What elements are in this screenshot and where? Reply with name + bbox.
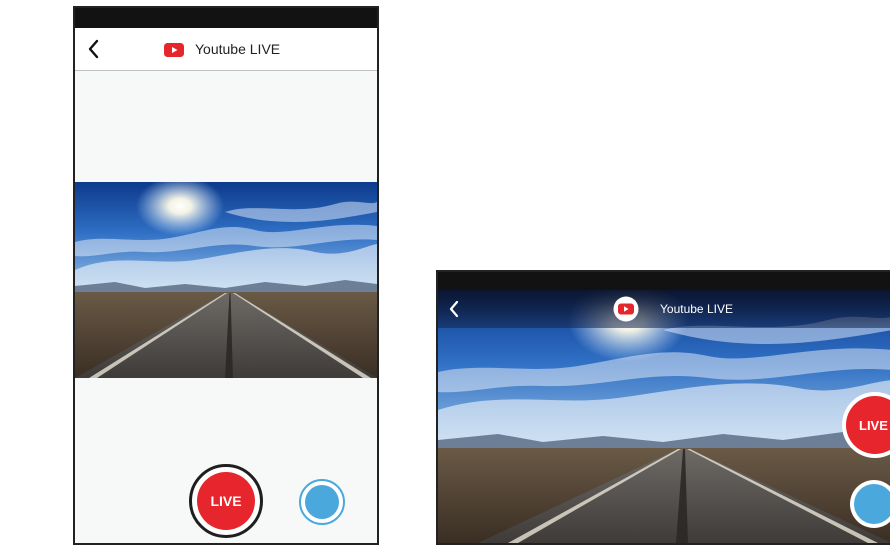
camera-switch-button[interactable] xyxy=(850,480,890,528)
status-bar xyxy=(438,272,890,290)
go-live-label: LIVE xyxy=(846,396,890,454)
back-arrow-icon[interactable] xyxy=(446,298,462,320)
portrait-phone-screen: Youtube LIVE LIVE xyxy=(73,6,379,545)
youtube-logo-icon xyxy=(613,296,639,322)
page-title: Youtube LIVE xyxy=(660,302,733,316)
page-title: Youtube LIVE xyxy=(195,41,281,57)
camera-switch-indicator xyxy=(854,484,890,524)
back-arrow-icon[interactable] xyxy=(84,36,104,62)
camera-switch-indicator xyxy=(305,485,339,519)
camera-switch-button[interactable] xyxy=(299,479,345,525)
app-header: Youtube LIVE xyxy=(438,290,890,328)
app-header: Youtube LIVE xyxy=(75,28,377,71)
status-bar xyxy=(75,8,377,28)
live-preview-video xyxy=(75,182,377,378)
youtube-logo-icon xyxy=(164,42,184,57)
go-live-label: LIVE xyxy=(197,472,255,530)
go-live-button[interactable]: LIVE xyxy=(189,464,263,538)
landscape-phone-screen: Youtube LIVE LIVE xyxy=(436,270,890,545)
